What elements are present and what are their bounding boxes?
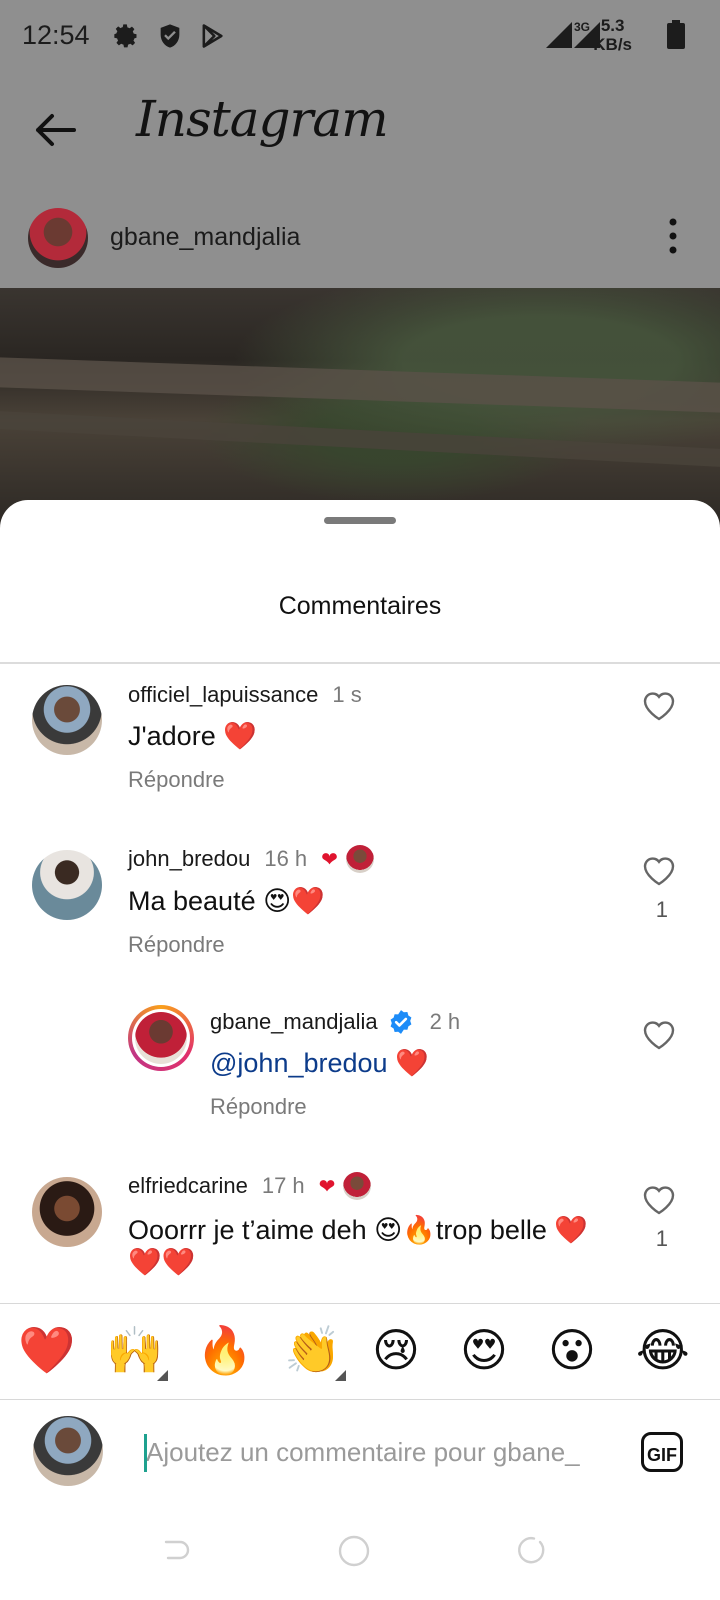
gif-button[interactable]: GIF [641,1432,683,1472]
reply-button[interactable]: Répondre [128,932,225,958]
heart-icon[interactable] [642,1019,676,1051]
sheet-title: Commentaires [278,592,442,620]
arrow-left-icon[interactable] [30,110,80,150]
avatar[interactable] [135,1012,187,1064]
like-count: 1 [655,897,668,922]
reaction-heart[interactable]: ❤️ [18,1322,75,1378]
author-liked-avatar [345,845,374,873]
comment-text-line2: ❤️❤️ [128,1247,196,1276]
comment-text: J'adore ❤️ [128,721,257,751]
author-liked-heart-icon: ❤ [321,848,338,871]
current-user-avatar [33,1416,103,1486]
net-speed-unit: KB/s [593,35,632,54]
more-vertical-icon[interactable] [668,216,678,256]
sheet-drag-handle[interactable] [324,517,396,524]
story-ring[interactable] [128,1005,194,1071]
quick-reactions-bar: ❤️ 🙌 🔥 👏 😢 😍 😮 😂 [0,1303,720,1400]
comment-time: 16 h [264,846,308,871]
heart-icon[interactable] [642,855,676,887]
comment-header: gbane_mandjalia 2 h [210,1009,460,1035]
battery-icon [667,20,685,49]
system-nav-bar [0,1509,720,1600]
skin-tone-indicator-icon [157,1370,168,1381]
recents-nav-icon[interactable] [514,1534,546,1566]
comment-time: 17 h [261,1173,305,1198]
comment-input[interactable] [146,1430,616,1474]
skin-tone-indicator-icon [335,1370,346,1381]
reaction-raised-hands[interactable]: 🙌 [106,1322,163,1378]
author-liked-heart-icon: ❤ [318,1175,336,1198]
comment-text: Ma beauté 😍❤️ [128,886,325,916]
comment-header: officiel_lapuissance 1 s [128,682,362,708]
author-liked-avatar [343,1172,372,1200]
comment-username[interactable]: john_bredou [128,846,250,872]
app-bar: Instagram [0,80,720,180]
comment-header: john_bredou 16 h ❤ [128,845,374,873]
comment-composer: GIF [0,1399,720,1510]
comment-text-body: ❤️ [395,1048,429,1078]
text-cursor [144,1434,147,1472]
avatar[interactable] [32,850,102,920]
reaction-laughing[interactable]: 😂 [636,1322,690,1378]
heart-icon[interactable] [642,1184,676,1216]
post-author-avatar[interactable] [28,208,88,268]
reaction-surprised[interactable]: 😮 [548,1322,596,1378]
net-speed-value: 5.3 [600,16,625,35]
avatar[interactable] [32,1177,102,1247]
post-author-username[interactable]: gbane_mandjalia [110,223,300,252]
back-nav-icon[interactable] [160,1534,192,1566]
status-time: 12:54 [22,20,90,50]
home-nav-icon[interactable] [337,1534,371,1568]
reaction-fire[interactable]: 🔥 [196,1322,253,1378]
divider [0,662,720,664]
comment-header: elfriedcarine 17 h ❤ [128,1172,372,1200]
comment-username[interactable]: gbane_mandjalia [210,1009,378,1035]
shield-icon [160,24,180,48]
comment-text: Ooorrr je t’aime deh 😍🔥trop belle ❤️ [128,1215,589,1245]
comment-time: 1 s [332,682,362,707]
status-bar: 12:54 3G 5.3 KB/s [0,0,720,72]
play-store-icon [202,24,223,48]
comment-username[interactable]: officiel_lapuissance [128,682,318,708]
comment-time: 2 h [429,1009,461,1034]
comment-text: @john_bredou ❤️ [210,1047,429,1079]
instagram-logo: Instagram [136,90,389,148]
comment-username[interactable]: elfriedcarine [128,1173,248,1199]
verified-badge-icon [390,1010,411,1034]
network-type: 3G [574,20,591,34]
settings-icon [114,24,137,48]
post-header: gbane_mandjalia [0,200,720,288]
net-speed: 5.3 KB/s [593,16,632,54]
mention-link[interactable]: @john_bredou [210,1048,388,1078]
heart-icon[interactable] [642,690,676,722]
reaction-heart-eyes[interactable]: 😍 [460,1322,508,1378]
reaction-crying[interactable]: 😢 [372,1322,420,1378]
like-count: 1 [655,1226,668,1251]
reply-button[interactable]: Répondre [128,767,225,793]
avatar[interactable] [32,685,102,755]
reaction-clap[interactable]: 👏 [284,1322,341,1378]
reply-button[interactable]: Répondre [210,1094,307,1120]
